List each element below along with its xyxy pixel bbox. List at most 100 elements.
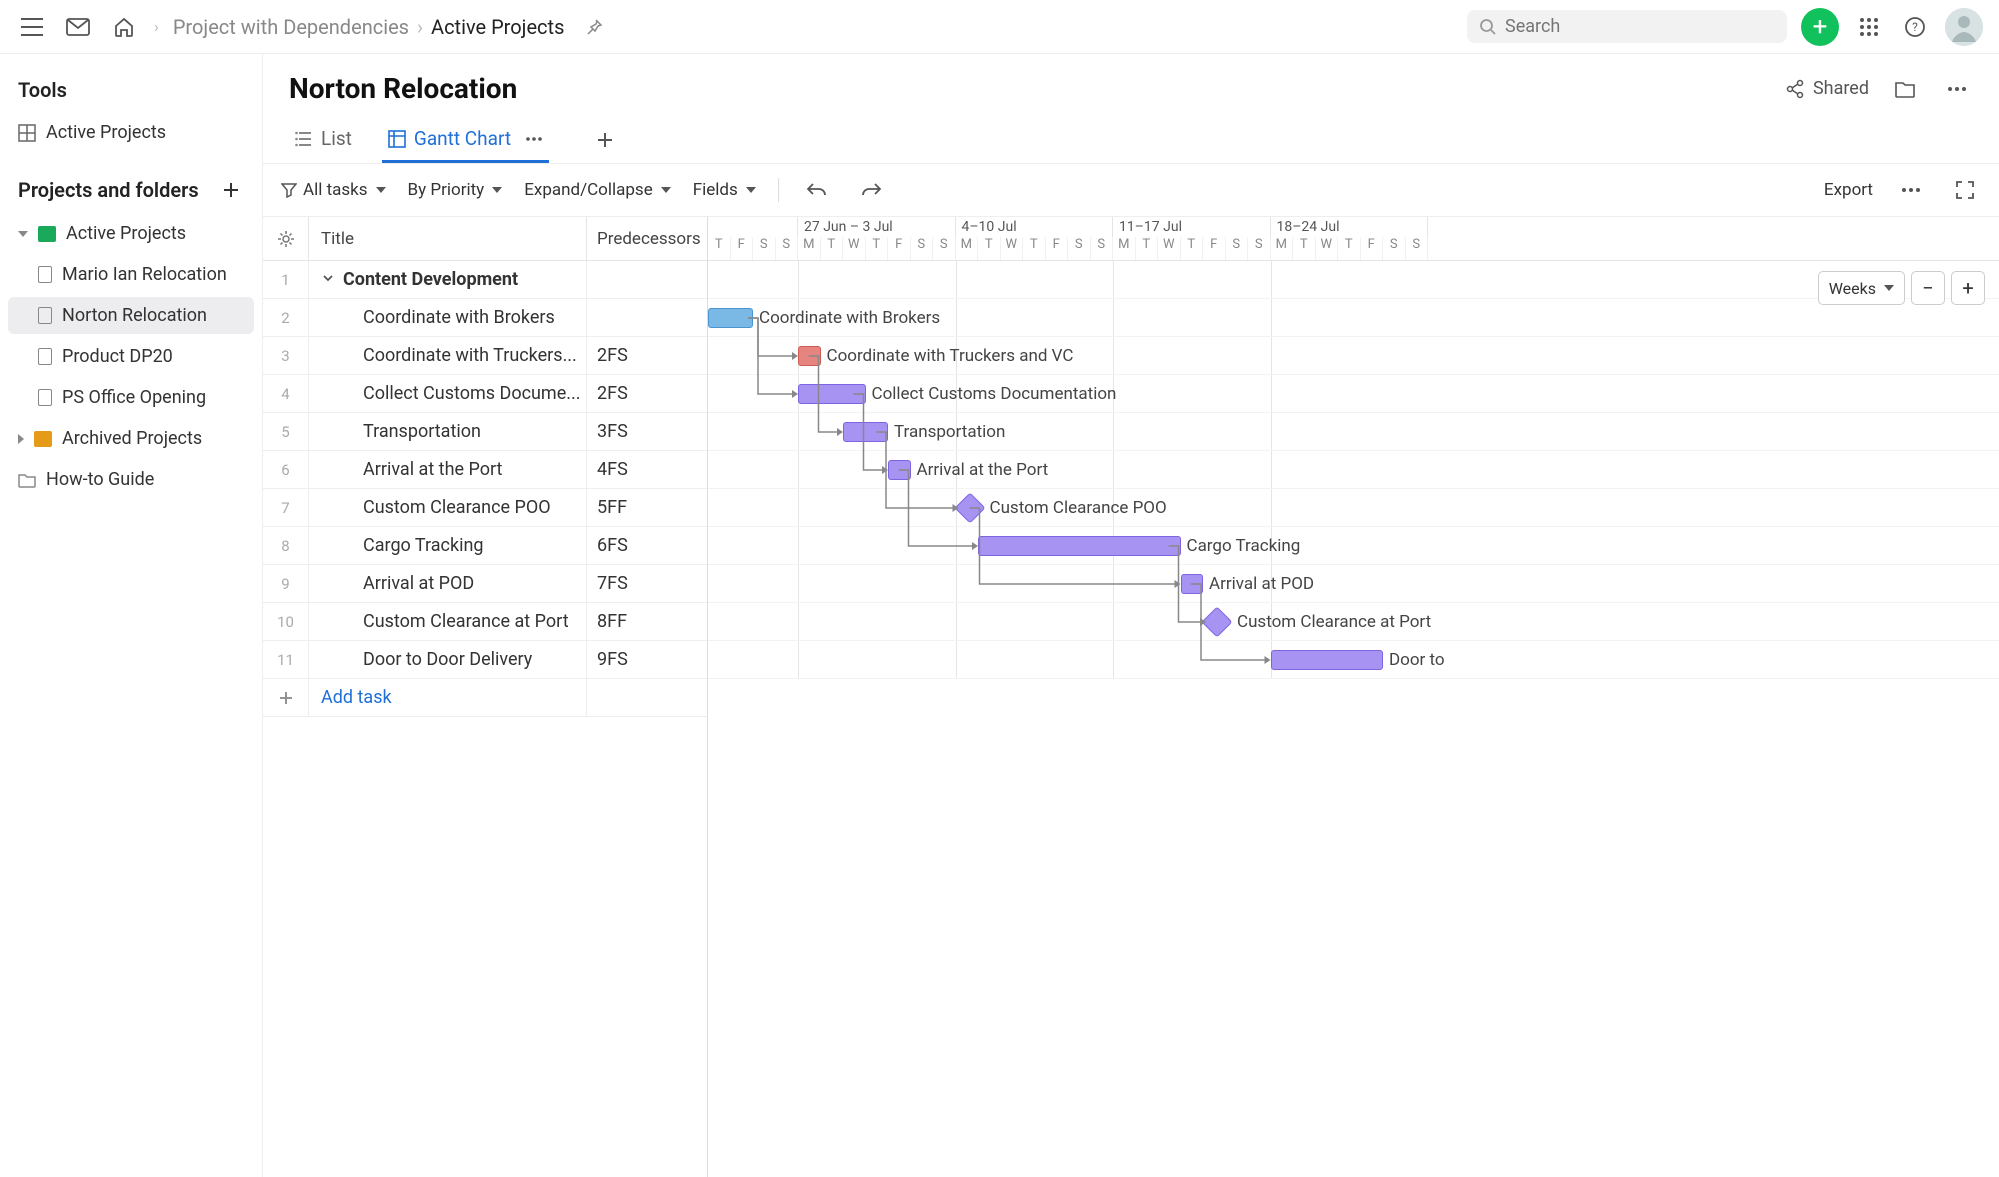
col-predecessors[interactable]: Predecessors	[587, 217, 707, 260]
redo-icon[interactable]	[855, 174, 887, 206]
sidebar-item-label: Active Projects	[66, 223, 186, 244]
zoom-in-button[interactable]: +	[1951, 271, 1985, 305]
add-folder-icon[interactable]	[218, 177, 244, 203]
table-row[interactable]: 3Coordinate with Truckers...2FS	[263, 337, 707, 375]
task-title-text: Arrival at POD	[363, 573, 474, 594]
add-task-label: Add task	[309, 679, 587, 716]
predecessor-cell[interactable]: 8FF	[587, 603, 707, 640]
filter-all-tasks[interactable]: All tasks	[281, 180, 386, 200]
filter-label: All tasks	[303, 180, 368, 200]
home-icon[interactable]	[108, 11, 140, 43]
predecessor-cell[interactable]: 5FF	[587, 489, 707, 526]
gantt-bar[interactable]	[798, 346, 821, 366]
task-title[interactable]: Transportation	[309, 413, 587, 450]
task-title[interactable]: Cargo Tracking	[309, 527, 587, 564]
table-row[interactable]: 9Arrival at POD7FS	[263, 565, 707, 603]
tab-more-icon[interactable]	[525, 136, 543, 142]
predecessor-cell[interactable]	[587, 261, 707, 298]
table-row[interactable]: 5Transportation3FS	[263, 413, 707, 451]
timeline-scale-select[interactable]: Weeks	[1818, 271, 1905, 305]
task-title[interactable]: Arrival at POD	[309, 565, 587, 602]
expand-collapse[interactable]: Expand/Collapse	[524, 180, 671, 200]
predecessor-cell[interactable]: 6FS	[587, 527, 707, 564]
gantt-bar[interactable]	[978, 536, 1181, 556]
predecessor-cell[interactable]: 9FS	[587, 641, 707, 678]
tab-gantt[interactable]: Gantt Chart	[382, 117, 549, 163]
sidebar-item-active-projects[interactable]: Active Projects	[8, 215, 254, 252]
fullscreen-icon[interactable]	[1949, 174, 1981, 206]
sidebar-item-archived[interactable]: Archived Projects	[8, 420, 254, 457]
predecessor-cell[interactable]: 2FS	[587, 375, 707, 412]
sidebar-item-ps-office[interactable]: PS Office Opening	[8, 379, 254, 416]
task-title[interactable]: Coordinate with Brokers	[309, 299, 587, 336]
menu-icon[interactable]	[16, 11, 48, 43]
gantt-row: Arrival at POD	[708, 565, 1999, 603]
zoom-out-button[interactable]: −	[1911, 271, 1945, 305]
gantt-bar[interactable]	[798, 384, 866, 404]
search-input[interactable]	[1505, 16, 1775, 37]
gantt-bar[interactable]	[1181, 574, 1204, 594]
task-title[interactable]: Door to Door Delivery	[309, 641, 587, 678]
sidebar-item-dp20[interactable]: Product DP20	[8, 338, 254, 375]
table-row[interactable]: 2Coordinate with Brokers	[263, 299, 707, 337]
predecessor-cell[interactable]: 7FS	[587, 565, 707, 602]
day-header: S	[753, 237, 776, 260]
table-row[interactable]: 1Content Development	[263, 261, 707, 299]
sidebar-tool-active-projects[interactable]: Active Projects	[8, 114, 254, 151]
sidebar-item-howto[interactable]: How-to Guide	[8, 461, 254, 498]
day-header: S	[1091, 237, 1114, 260]
gantt-bar[interactable]	[843, 422, 888, 442]
help-icon[interactable]: ?	[1899, 11, 1931, 43]
sidebar-item-mario[interactable]: Mario Ian Relocation	[8, 256, 254, 293]
sort-by-priority[interactable]: By Priority	[408, 180, 503, 200]
task-title[interactable]: Content Development	[309, 261, 587, 298]
timeline[interactable]: 27 Jun – 3 Jul4–10 Jul11–17 Jul18–24 Jul…	[708, 217, 1999, 1177]
table-row[interactable]: 11Door to Door Delivery9FS	[263, 641, 707, 679]
breadcrumb-2[interactable]: Active Projects	[431, 15, 564, 39]
day-header: S	[933, 237, 956, 260]
share-button[interactable]: Shared	[1785, 78, 1869, 99]
fields-dropdown[interactable]: Fields	[693, 180, 756, 200]
gantt-milestone[interactable]	[954, 492, 985, 523]
export-button[interactable]: Export	[1824, 180, 1873, 200]
table-row[interactable]: 10Custom Clearance at Port8FF	[263, 603, 707, 641]
predecessor-cell[interactable]: 4FS	[587, 451, 707, 488]
task-title-text: Coordinate with Truckers...	[363, 345, 577, 366]
col-title[interactable]: Title	[309, 217, 587, 260]
table-row[interactable]: 6Arrival at the Port4FS	[263, 451, 707, 489]
gantt-bar[interactable]	[888, 460, 911, 480]
predecessor-cell[interactable]	[587, 299, 707, 336]
task-title[interactable]: Coordinate with Truckers...	[309, 337, 587, 374]
task-title[interactable]: Custom Clearance POO	[309, 489, 587, 526]
add-button[interactable]: +	[1801, 8, 1839, 46]
toolbar-more-icon[interactable]	[1895, 174, 1927, 206]
breadcrumb-1[interactable]: Project with Dependencies	[173, 15, 409, 39]
table-row[interactable]: 8Cargo Tracking6FS	[263, 527, 707, 565]
mail-icon[interactable]	[62, 11, 94, 43]
more-icon[interactable]	[1941, 73, 1973, 105]
search-box[interactable]	[1467, 10, 1787, 43]
task-title[interactable]: Custom Clearance at Port	[309, 603, 587, 640]
task-title[interactable]: Arrival at the Port	[309, 451, 587, 488]
folder-action-icon[interactable]	[1889, 73, 1921, 105]
predecessor-cell[interactable]: 3FS	[587, 413, 707, 450]
gantt-milestone[interactable]	[1201, 606, 1232, 637]
gantt-row: Coordinate with Truckers and VC	[708, 337, 1999, 375]
predecessor-cell[interactable]: 2FS	[587, 337, 707, 374]
chevron-down-icon[interactable]	[321, 269, 335, 290]
add-tab-icon[interactable]	[589, 124, 621, 156]
tab-list[interactable]: List	[289, 117, 358, 163]
undo-icon[interactable]	[801, 174, 833, 206]
sidebar-item-norton[interactable]: Norton Relocation	[8, 297, 254, 334]
table-row[interactable]: 7Custom Clearance POO5FF	[263, 489, 707, 527]
avatar[interactable]	[1945, 8, 1983, 46]
gantt-bar[interactable]	[1271, 650, 1384, 670]
settings-icon[interactable]	[263, 217, 309, 260]
apps-icon[interactable]	[1853, 11, 1885, 43]
gantt-bar[interactable]	[708, 308, 753, 328]
table-row[interactable]: 4Collect Customs Docume...2FS	[263, 375, 707, 413]
add-task-row[interactable]: Add task	[263, 679, 707, 717]
day-header: T	[1338, 237, 1361, 260]
pin-icon[interactable]	[578, 11, 610, 43]
task-title[interactable]: Collect Customs Docume...	[309, 375, 587, 412]
